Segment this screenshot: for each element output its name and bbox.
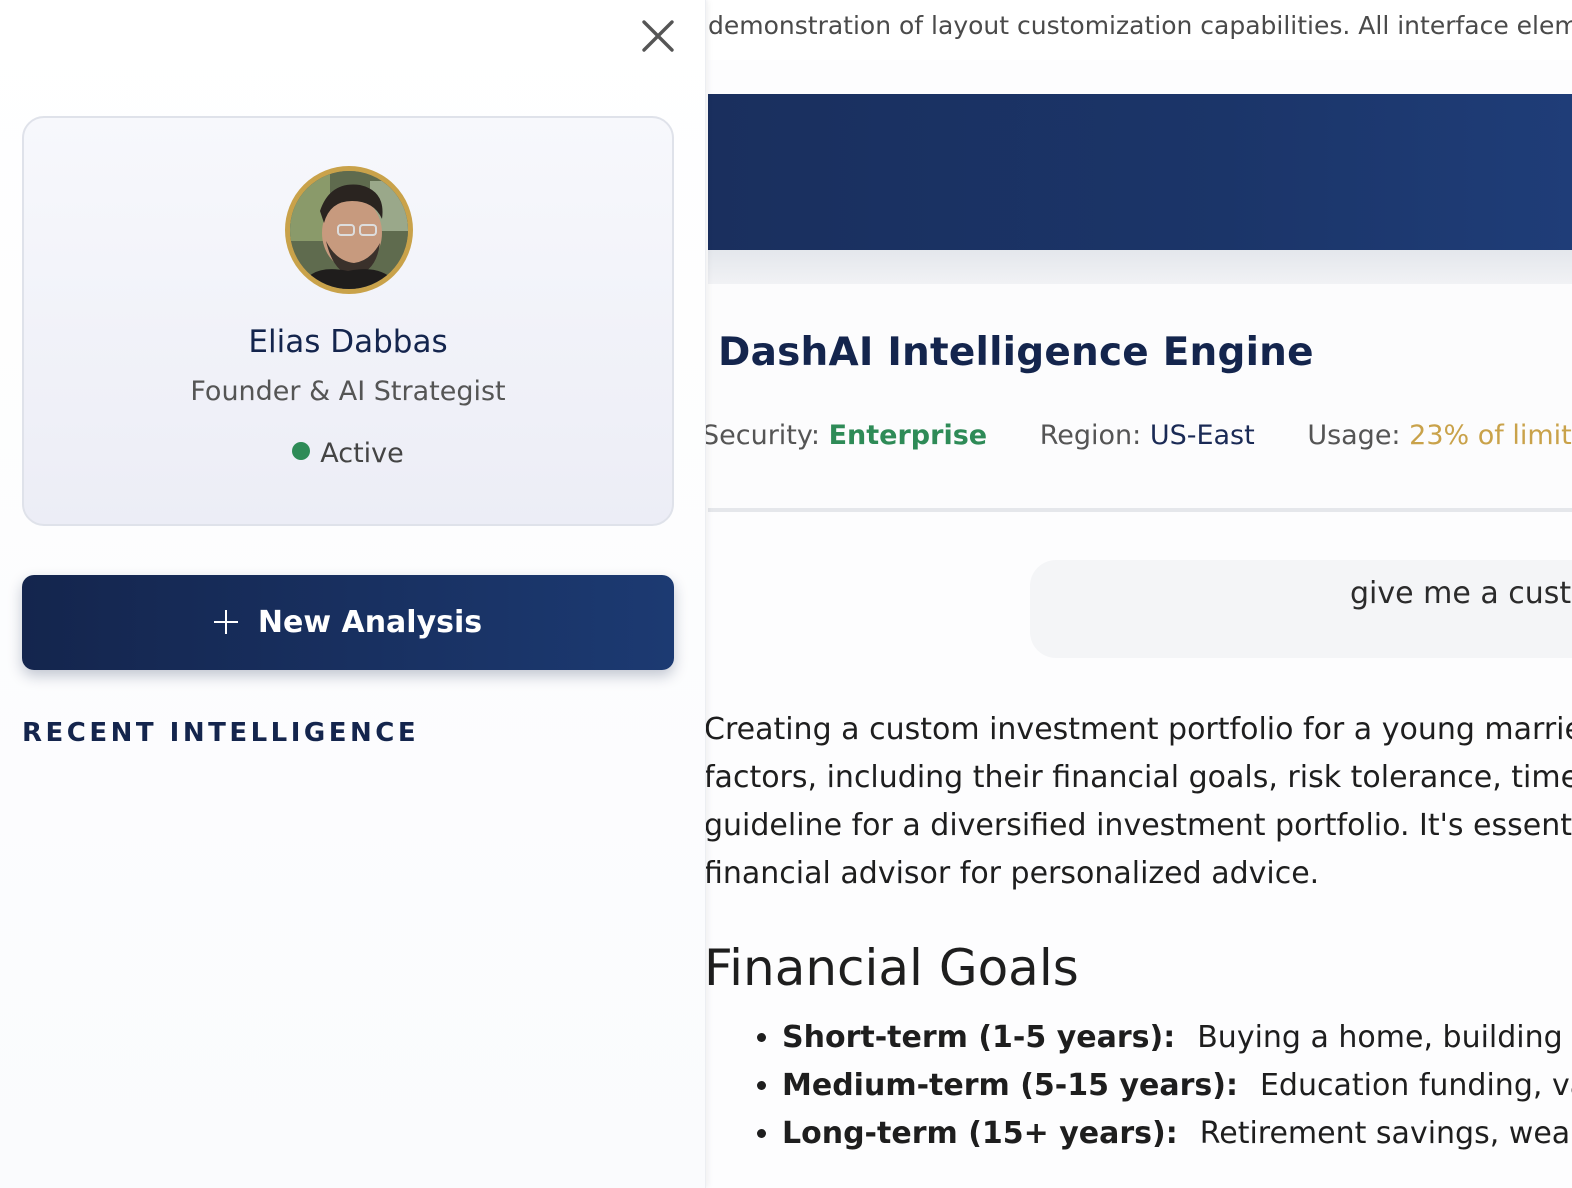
response-heading: Financial Goals: [704, 939, 1079, 997]
goal-term: Medium-term (5-15 years):: [782, 1068, 1238, 1103]
list-item: Short-term (1-5 years): Buying a home, bu…: [782, 1014, 1572, 1062]
user-message-bubble: give me a custo: [1030, 560, 1572, 658]
goal-text: Education funding, vac: [1259, 1068, 1572, 1103]
close-button[interactable]: [636, 14, 680, 58]
region-value: US-East: [1149, 420, 1255, 451]
goal-term: Long-term (15+ years):: [782, 1116, 1178, 1151]
sidebar-drawer: Elias Dabbas Founder & AI Strategist Act…: [0, 0, 706, 1188]
status-text: Active: [320, 438, 404, 469]
recent-intelligence-heading: RECENT INTELLIGENCE: [22, 718, 420, 748]
response-line: guideline for a diversified investment p…: [704, 808, 1572, 843]
region-label: Region:: [1039, 420, 1142, 451]
demo-notice: demonstration of layout customization ca…: [708, 0, 1572, 60]
response-line: factors, including their financial goals…: [704, 760, 1572, 795]
avatar[interactable]: [285, 166, 413, 294]
usage-meta: Usage: 23% of limit: [1307, 420, 1571, 451]
engine-meta: Security: Enterprise Region: US-East Usa…: [702, 420, 1572, 451]
header-banner: [708, 94, 1572, 250]
engine-title: DashAI Intelligence Engine: [718, 330, 1314, 375]
usage-label: Usage:: [1307, 420, 1401, 451]
goals-list: Short-term (1-5 years): Buying a home, bu…: [704, 1014, 1572, 1158]
profile-card: Elias Dabbas Founder & AI Strategist Act…: [22, 116, 674, 526]
goal-text: Retirement savings, wealth: [1199, 1116, 1572, 1151]
goal-term: Short-term (1-5 years):: [782, 1020, 1176, 1055]
usage-value: 23% of limit: [1409, 420, 1572, 451]
plus-icon: [213, 610, 238, 634]
profile-role: Founder & AI Strategist: [190, 376, 506, 407]
new-analysis-label: New Analysis: [257, 605, 483, 640]
new-analysis-button[interactable]: New Analysis: [22, 575, 674, 670]
goal-text: Buying a home, building an: [1197, 1020, 1572, 1055]
engine-info-card: DashAI Intelligence Engine Security: Ent…: [702, 284, 1572, 512]
assistant-response: Creating a custom investment portfolio f…: [704, 706, 1572, 1158]
demo-notice-text: demonstration of layout customization ca…: [708, 11, 1572, 40]
response-line: financial advisor for personalized advic…: [704, 856, 1320, 891]
user-photo-icon: [290, 171, 408, 289]
status-dot-icon: [292, 442, 311, 460]
banner-divider: [708, 250, 1572, 284]
user-message-text: give me a custo: [1350, 576, 1572, 611]
status-indicator: Active: [24, 438, 672, 469]
list-item: Long-term (15+ years): Retirement savings…: [782, 1110, 1572, 1158]
security-meta: Security: Enterprise: [702, 420, 987, 451]
response-line: Creating a custom investment portfolio f…: [704, 712, 1572, 747]
security-label: Security:: [702, 420, 821, 451]
security-value: Enterprise: [828, 420, 988, 451]
region-meta: Region: US-East: [1040, 420, 1255, 451]
close-icon: [642, 20, 674, 52]
profile-name: Elias Dabbas: [248, 324, 448, 360]
list-item: Medium-term (5-15 years): Education fundi…: [782, 1062, 1572, 1110]
